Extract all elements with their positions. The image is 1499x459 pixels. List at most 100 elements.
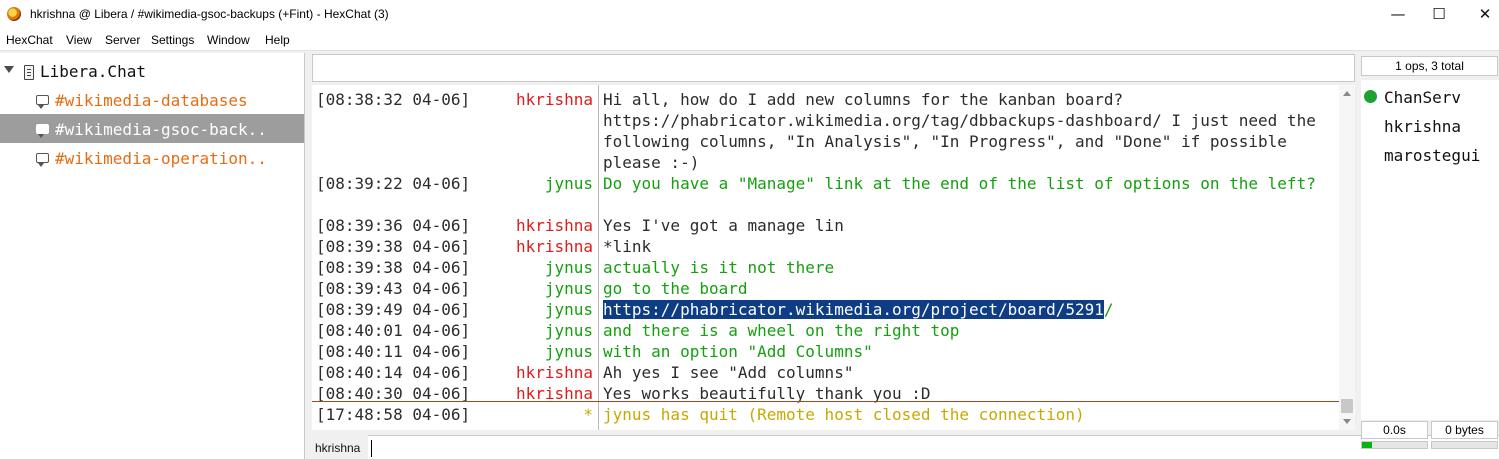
chat-line: [08:39:43 04-06] jynus go to the board: [312, 278, 1339, 299]
menu-window[interactable]: Window: [207, 33, 250, 47]
message-timestamp: [08:40:01 04-06]: [316, 321, 471, 340]
user-list[interactable]: ChanServ hkrishna marostegui: [1361, 80, 1499, 420]
chat-line: [08:40:11 04-06] jynus with an option "Add…: [312, 341, 1339, 362]
queue-meter: [1431, 441, 1498, 449]
message-text: Ah yes I see "Add columns": [603, 363, 854, 382]
message-text: Hi all, how do I add new columns for the…: [603, 90, 1326, 172]
chat-line: [17:48:58 04-06] * jynus has quit (Remote …: [312, 404, 1339, 425]
message-timestamp: [08:39:22 04-06]: [316, 174, 471, 193]
message-text: *link: [603, 237, 652, 256]
chat-line: [08:38:32 04-06] hkrishna Hi all, how do I…: [312, 89, 1339, 173]
title-bar: hkrishna @ Libera / #wikimedia-gsoc-back…: [0, 0, 1499, 29]
channel-tree: Libera.Chat #wikimedia-databases #wikime…: [0, 53, 305, 459]
lag-meter: [1361, 441, 1428, 449]
message-text: with an option "Add Columns": [603, 342, 873, 361]
nick-button[interactable]: hkrishna: [309, 436, 367, 459]
chat-line: [08:40:14 04-06] hkrishna Ah yes I see "Ad…: [312, 362, 1339, 383]
text-caret: [371, 440, 372, 457]
channel-chat-icon: [36, 124, 49, 138]
topic-input[interactable]: [312, 54, 1355, 82]
tree-channel-gsoc-backups[interactable]: #wikimedia-gsoc-back..: [0, 114, 304, 143]
message-text: actually is it not there: [603, 258, 835, 277]
message-nick[interactable]: hkrishna: [490, 362, 593, 383]
menu-hexchat[interactable]: HexChat: [6, 33, 53, 47]
tree-channel-databases[interactable]: #wikimedia-databases: [0, 85, 304, 114]
channel-label: #wikimedia-operation..: [55, 149, 267, 168]
server-label: Libera.Chat: [40, 62, 146, 81]
user-count-label: 1 ops, 3 total: [1361, 56, 1498, 76]
channel-chat-icon: [36, 95, 49, 109]
user-name: marostegui: [1384, 146, 1481, 165]
chat-line: [08:39:36 04-06] hkrishna Yes I've got a m…: [312, 215, 1339, 236]
message-nick[interactable]: hkrishna: [490, 215, 593, 236]
minimize-button[interactable]: —: [1375, 0, 1421, 29]
user-name: ChanServ: [1384, 88, 1462, 107]
scroll-down-arrow-icon[interactable]: [1343, 419, 1351, 424]
message-nick[interactable]: hkrishna: [490, 236, 593, 257]
message-text: Do you have a "Manage" link at the end o…: [603, 174, 1316, 193]
collapse-triangle-icon[interactable]: [4, 66, 14, 73]
status-bars: [1361, 441, 1498, 449]
user-item-hkrishna[interactable]: hkrishna: [1361, 111, 1499, 140]
hexchat-logo-icon: [7, 7, 21, 21]
lag-label: 0.0s: [1361, 421, 1428, 439]
menu-view[interactable]: View: [66, 33, 92, 47]
chat-line: [08:40:01 04-06] jynus and there is a whee…: [312, 320, 1339, 341]
message-nick[interactable]: jynus: [490, 341, 593, 362]
message-nick[interactable]: *: [490, 404, 593, 425]
maximize-button[interactable]: ☐: [1416, 0, 1462, 29]
menu-help[interactable]: Help: [265, 33, 290, 47]
message-text: jynus has quit (Remote host closed the c…: [603, 405, 1085, 424]
message-nick[interactable]: jynus: [490, 173, 593, 194]
message-text: and there is a wheel on the right top: [603, 321, 960, 340]
message-input[interactable]: [368, 435, 1499, 459]
tree-channel-operations[interactable]: #wikimedia-operation..: [0, 143, 304, 172]
close-button[interactable]: ✕: [1462, 0, 1499, 29]
message-timestamp: [08:39:49 04-06]: [316, 300, 471, 319]
menu-settings[interactable]: Settings: [151, 33, 194, 47]
message-nick[interactable]: jynus: [490, 278, 593, 299]
message-nick[interactable]: hkrishna: [490, 89, 593, 110]
message-text: go to the board: [603, 279, 748, 298]
message-timestamp: [08:39:36 04-06]: [316, 216, 471, 235]
message-timestamp: [17:48:58 04-06]: [316, 405, 471, 424]
message-timestamp: [08:40:11 04-06]: [316, 342, 471, 361]
message-text: Yes I've got a manage lin: [603, 216, 844, 235]
message-nick[interactable]: jynus: [490, 257, 593, 278]
channel-label: #wikimedia-gsoc-back..: [55, 120, 267, 139]
message-timestamp: [08:40:14 04-06]: [316, 363, 471, 382]
chat-line: [08:39:38 04-06] jynus actually is it not …: [312, 257, 1339, 278]
chat-line: [08:39:49 04-06] jynus https://phabricator…: [312, 299, 1339, 320]
link-trailing-text: /: [1103, 300, 1114, 319]
user-item-marostegui[interactable]: marostegui: [1361, 140, 1499, 169]
chat-view[interactable]: [08:38:32 04-06] hkrishna Hi all, how do I…: [312, 85, 1339, 430]
chat-line: [08:39:22 04-06] jynus Do you have a "Mana…: [312, 173, 1339, 215]
user-name: hkrishna: [1384, 117, 1462, 136]
message-nick[interactable]: jynus: [490, 299, 593, 320]
message-timestamp: [08:39:38 04-06]: [316, 258, 471, 277]
chat-line: [08:39:38 04-06] hkrishna *link: [312, 236, 1339, 257]
menu-bar: HexChat View Server Settings Window Help: [0, 29, 1499, 50]
lag-meter-fill: [1362, 442, 1372, 448]
channel-chat-icon: [36, 153, 49, 167]
server-icon: [24, 65, 34, 80]
message-timestamp: [08:38:32 04-06]: [316, 90, 471, 109]
chat-scrollbar[interactable]: [1339, 85, 1355, 430]
menu-server[interactable]: Server: [105, 33, 140, 47]
op-status-icon: [1364, 90, 1377, 103]
status-meters: 0.0s 0 bytes: [1361, 421, 1498, 439]
marker-line: [312, 401, 1339, 402]
scroll-up-arrow-icon[interactable]: [1343, 91, 1351, 96]
window-title: hkrishna @ Libera / #wikimedia-gsoc-back…: [30, 7, 389, 21]
scroll-thumb[interactable]: [1341, 399, 1353, 413]
message-timestamp: [08:39:43 04-06]: [316, 279, 471, 298]
message-timestamp: [08:39:38 04-06]: [316, 237, 471, 256]
message-text: https://phabricator.wikimedia.org/projec…: [603, 299, 1333, 320]
queue-label: 0 bytes: [1431, 421, 1498, 439]
menu-divider: [0, 50, 1499, 51]
selected-link[interactable]: https://phabricator.wikimedia.org/projec…: [603, 300, 1104, 319]
channel-label: #wikimedia-databases: [55, 91, 248, 110]
message-nick[interactable]: jynus: [490, 320, 593, 341]
user-item-chanserv[interactable]: ChanServ: [1361, 82, 1499, 111]
tree-server-libera[interactable]: Libera.Chat: [0, 56, 304, 85]
